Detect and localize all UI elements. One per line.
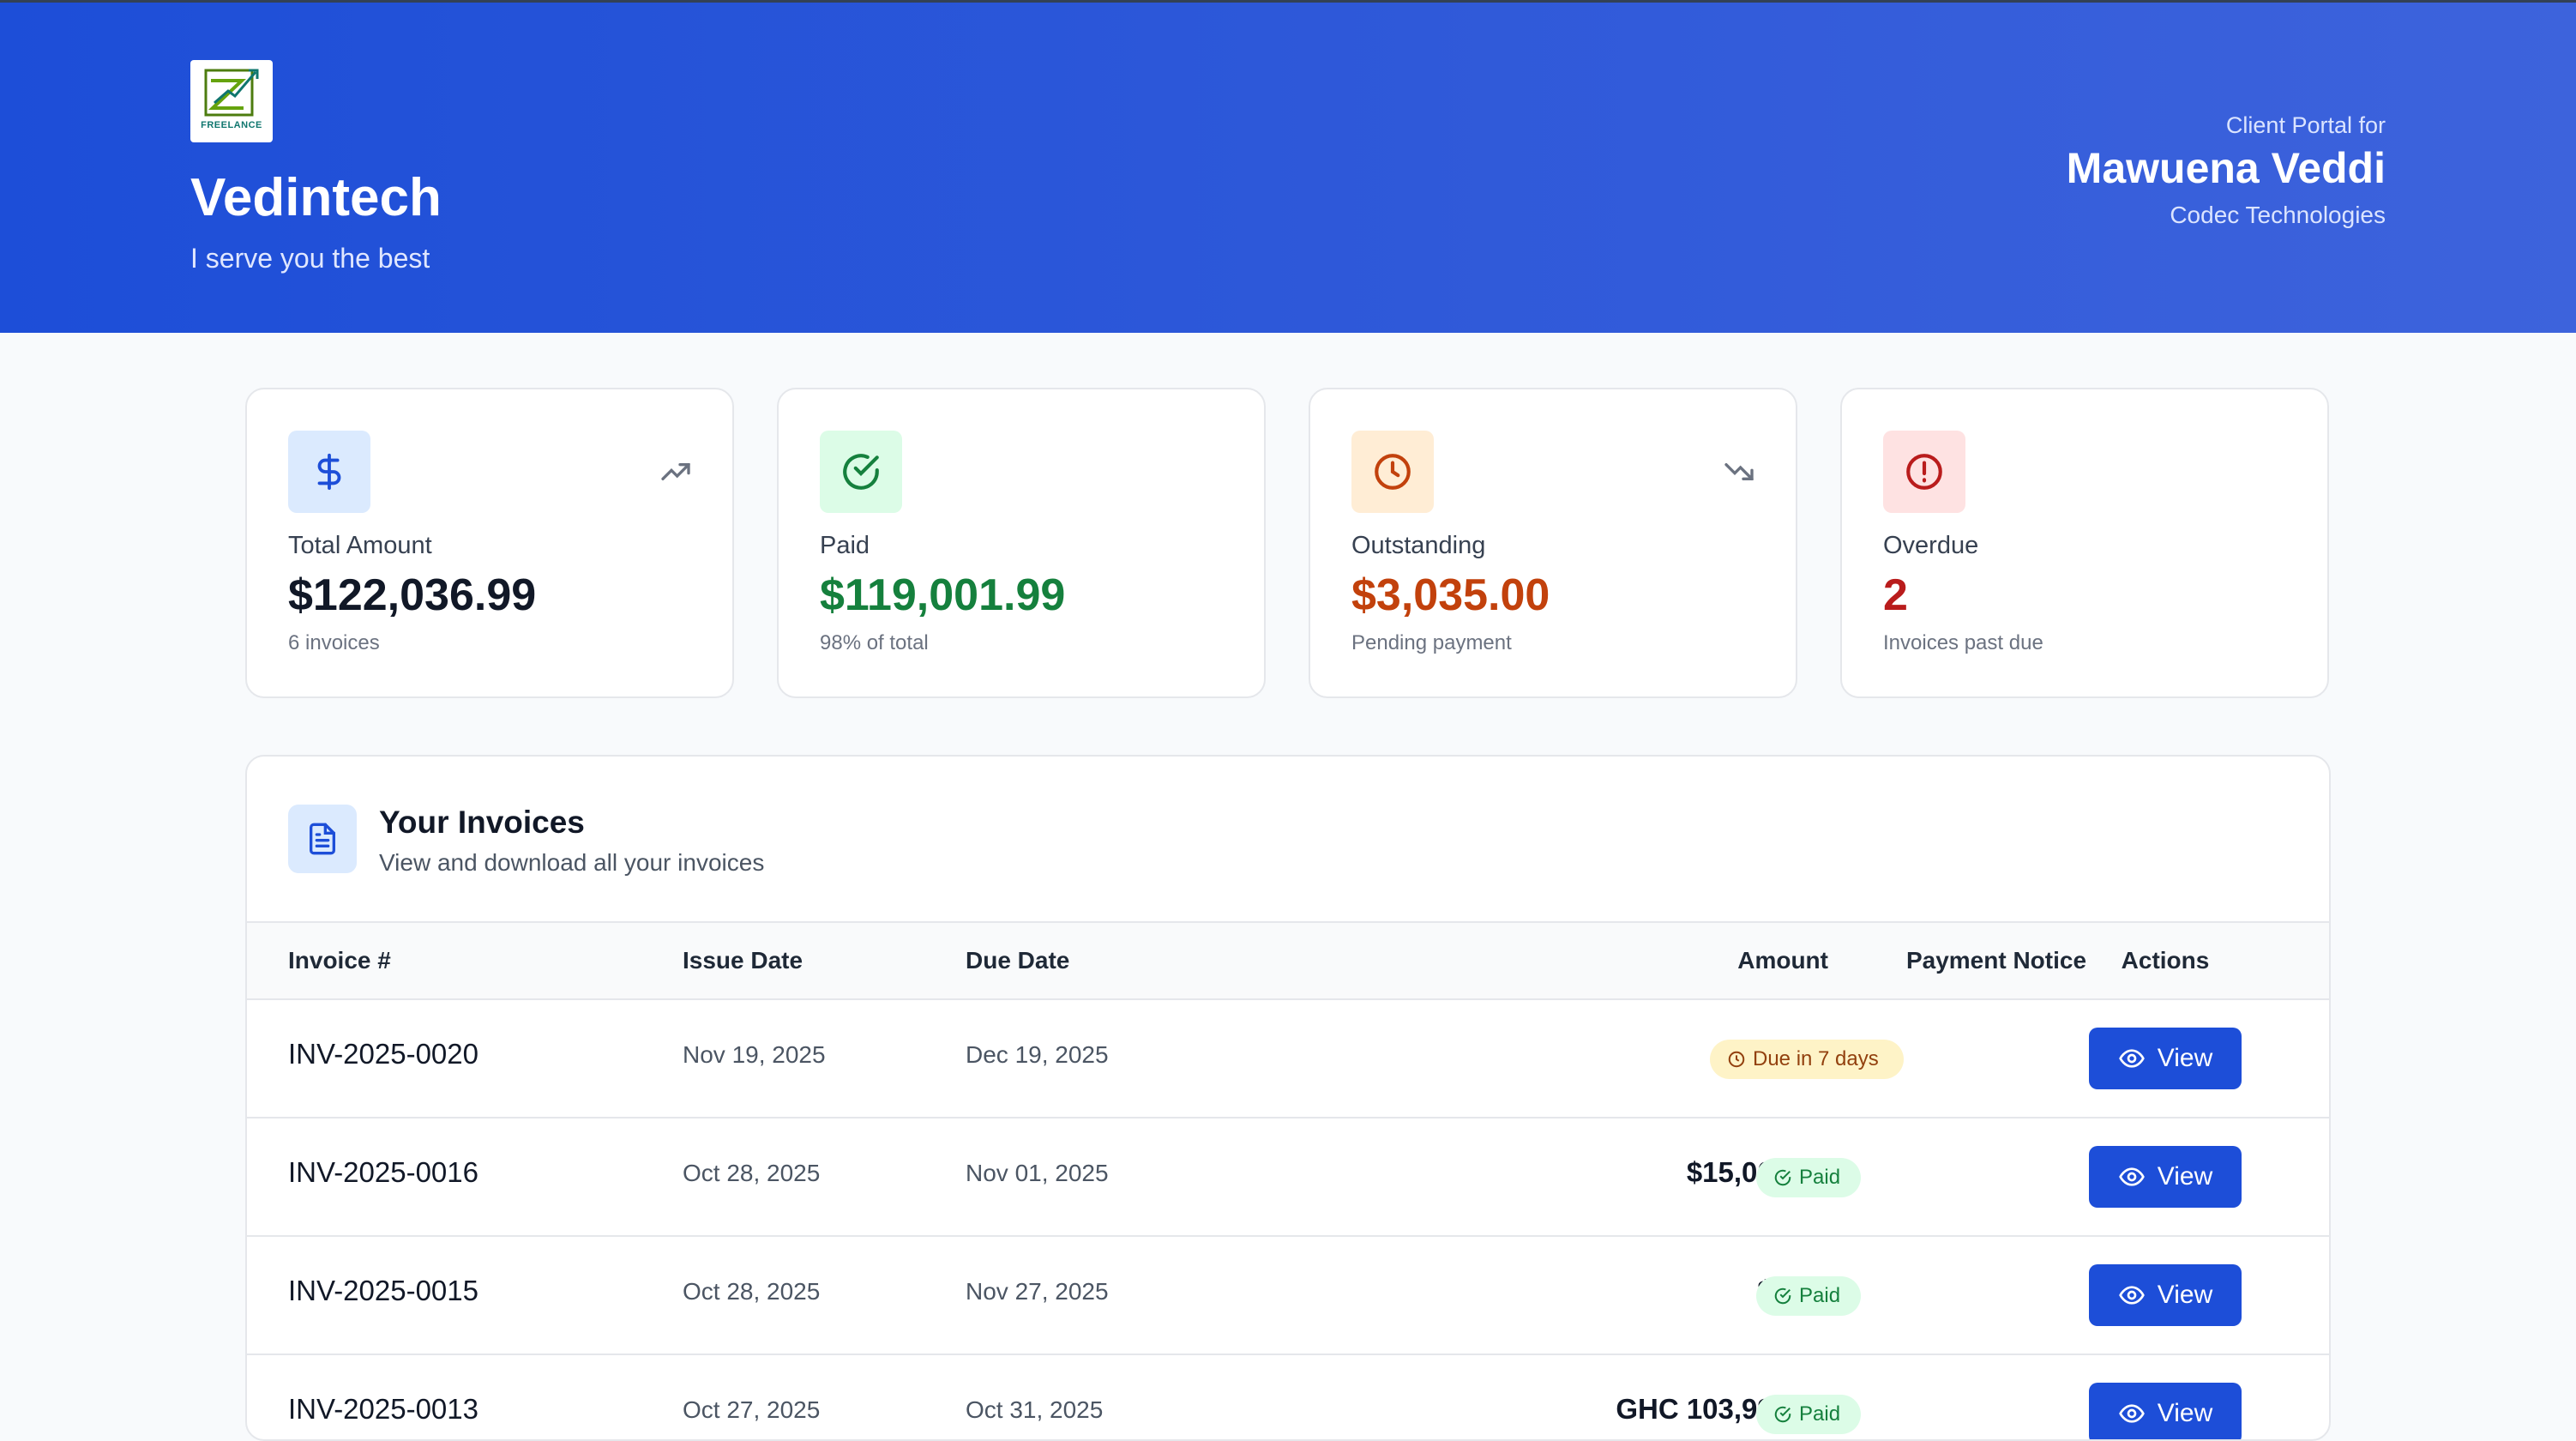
brand-tagline: I serve you the best bbox=[190, 243, 430, 274]
payment-notice-badge: Paid bbox=[1756, 1276, 1861, 1316]
check-circle-icon bbox=[1774, 1406, 1791, 1423]
trending-down-icon bbox=[1722, 455, 1756, 493]
due-date: Nov 27, 2025 bbox=[966, 1278, 1109, 1305]
table-row: INV-2025-0013 Oct 27, 2025 Oct 31, 2025 … bbox=[247, 1355, 2329, 1439]
issue-date: Oct 27, 2025 bbox=[683, 1396, 821, 1423]
due-date: Oct 31, 2025 bbox=[966, 1396, 1104, 1423]
column-header-amount[interactable]: Amount bbox=[1447, 947, 1828, 974]
column-header-issue-date[interactable]: Issue Date bbox=[683, 947, 803, 974]
stat-card-paid: Paid $119,001.99 98% of total bbox=[777, 388, 1266, 698]
view-button-label: View bbox=[2157, 1399, 2213, 1427]
invoice-number: INV-2025-0015 bbox=[288, 1275, 478, 1306]
dollar-icon bbox=[288, 431, 370, 513]
invoice-number: INV-2025-0016 bbox=[288, 1156, 478, 1188]
column-header-actions: Actions bbox=[2121, 947, 2210, 974]
view-button-label: View bbox=[2157, 1162, 2213, 1191]
table-row: INV-2025-0020 Nov 19, 2025 Dec 19, 2025 … bbox=[247, 1000, 2329, 1118]
eye-icon bbox=[2118, 1286, 2145, 1305]
view-invoice-button[interactable]: View bbox=[2089, 1383, 2242, 1439]
column-header-due-date[interactable]: Due Date bbox=[966, 947, 1069, 974]
card-value: $3,035.00 bbox=[1351, 570, 1550, 620]
column-header-invoice[interactable]: Invoice # bbox=[288, 947, 391, 974]
issue-date: Nov 19, 2025 bbox=[683, 1041, 826, 1068]
eye-icon bbox=[2118, 1167, 2145, 1186]
card-subtext: Invoices past due bbox=[1883, 631, 2043, 654]
view-invoice-button[interactable]: View bbox=[2089, 1028, 2242, 1089]
view-button-label: View bbox=[2157, 1044, 2213, 1072]
card-subtext: 98% of total bbox=[820, 631, 929, 654]
eye-icon bbox=[2118, 1049, 2145, 1068]
card-value: $122,036.99 bbox=[288, 570, 537, 620]
card-label: Total Amount bbox=[288, 532, 432, 559]
payment-notice-badge: Paid bbox=[1756, 1158, 1861, 1197]
view-invoice-button[interactable]: View bbox=[2089, 1264, 2242, 1326]
issue-date: Oct 28, 2025 bbox=[683, 1278, 821, 1305]
card-label: Paid bbox=[820, 532, 870, 559]
check-circle-icon bbox=[1774, 1287, 1791, 1305]
view-button-label: View bbox=[2157, 1281, 2213, 1309]
table-row: INV-2025-0015 Oct 28, 2025 Nov 27, 2025 … bbox=[247, 1237, 2329, 1355]
stat-card-outstanding: Outstanding $3,035.00 Pending payment bbox=[1309, 388, 1797, 698]
stat-card-overdue: Overdue 2 Invoices past due bbox=[1840, 388, 2329, 698]
card-value: 2 bbox=[1883, 570, 1908, 620]
brand-logo: FREELANCE bbox=[190, 60, 273, 142]
view-invoice-button[interactable]: View bbox=[2089, 1146, 2242, 1208]
badge-label: Due in 7 days bbox=[1753, 1047, 1879, 1070]
table-header: Invoice # Issue Date Due Date Amount Pay… bbox=[247, 921, 2329, 1000]
payment-notice-badge: Due in 7 days bbox=[1710, 1040, 1904, 1079]
payment-notice-badge: Paid bbox=[1756, 1395, 1861, 1434]
portal-header: FREELANCE Vedintech I serve you the best… bbox=[0, 0, 2576, 333]
badge-label: Paid bbox=[1799, 1284, 1841, 1307]
check-circle-icon bbox=[820, 431, 902, 513]
badge-label: Paid bbox=[1799, 1402, 1841, 1426]
document-icon bbox=[288, 805, 357, 873]
client-portal-label: Client Portal for bbox=[2225, 112, 2386, 138]
due-date: Nov 01, 2025 bbox=[966, 1160, 1109, 1186]
due-date: Dec 19, 2025 bbox=[966, 1041, 1109, 1068]
card-subtext: Pending payment bbox=[1351, 631, 1512, 654]
invoices-panel: Your Invoices View and download all your… bbox=[245, 755, 2331, 1441]
issue-date: Oct 28, 2025 bbox=[683, 1160, 821, 1186]
alert-circle-icon bbox=[1883, 431, 1965, 513]
panel-title: Your Invoices bbox=[379, 805, 585, 840]
card-label: Overdue bbox=[1883, 532, 1979, 559]
check-circle-icon bbox=[1774, 1169, 1791, 1186]
card-subtext: 6 invoices bbox=[288, 631, 380, 654]
card-label: Outstanding bbox=[1351, 532, 1486, 559]
logo-text: FREELANCE bbox=[201, 120, 262, 130]
eye-icon bbox=[2118, 1404, 2145, 1423]
client-company: Codec Technologies bbox=[2170, 202, 2386, 228]
clock-icon bbox=[1351, 431, 1434, 513]
brand-name: Vedintech bbox=[190, 168, 442, 227]
badge-label: Paid bbox=[1799, 1166, 1841, 1189]
stat-card-total-amount: Total Amount $122,036.99 6 invoices bbox=[245, 388, 734, 698]
trending-up-icon bbox=[659, 455, 693, 493]
card-value: $119,001.99 bbox=[820, 570, 1066, 620]
table-row: INV-2025-0016 Oct 28, 2025 Nov 01, 2025 … bbox=[247, 1118, 2329, 1237]
invoice-number: INV-2025-0020 bbox=[288, 1038, 478, 1070]
panel-subtitle: View and download all your invoices bbox=[379, 849, 765, 876]
clock-icon bbox=[1728, 1051, 1745, 1068]
client-name: Mawuena Veddi bbox=[2066, 144, 2386, 192]
invoice-number: INV-2025-0013 bbox=[288, 1393, 478, 1425]
